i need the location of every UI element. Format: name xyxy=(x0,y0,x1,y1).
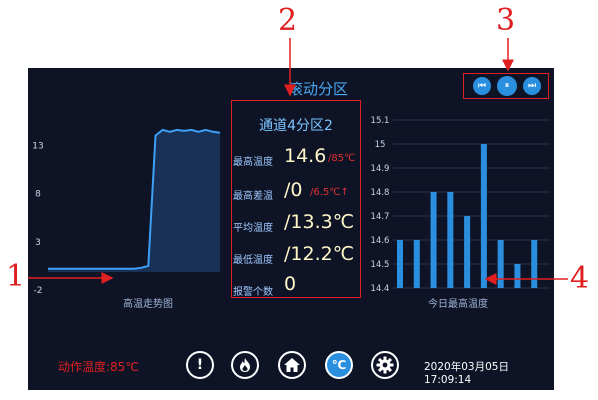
avg-temp-value: /13.3℃ xyxy=(284,211,355,233)
daily-max-y-tick: 14.6 xyxy=(371,236,390,246)
daily-max-bar xyxy=(447,192,454,288)
settings-button[interactable] xyxy=(371,351,399,379)
max-diff-value: /0 xyxy=(284,179,303,201)
zone-info-panel: 通道4分区2 最高温度 14.6 /85℃ 最高差温 /0 /6.5℃↑ 平均温… xyxy=(231,100,361,298)
annotation-2: 2 xyxy=(278,3,298,38)
daily-max-bar xyxy=(480,144,487,288)
daily-max-y-tick: 14.8 xyxy=(371,188,390,198)
zone-title: 通道4分区2 xyxy=(259,118,333,134)
gear-icon xyxy=(376,356,394,374)
max-diff-limit: /6.5℃↑ xyxy=(310,187,349,198)
daily-max-bar xyxy=(413,240,420,288)
daily-max-bar xyxy=(397,240,403,288)
trend-y-tick: 8 xyxy=(35,190,41,200)
trend-y-tick: 13 xyxy=(32,141,43,151)
date-time: 2020年03月05日 17:09:14 xyxy=(424,361,509,386)
daily-max-y-tick: 14.5 xyxy=(371,260,390,270)
max-diff-label: 最高差温 xyxy=(233,191,273,202)
alarm-button[interactable]: ! xyxy=(186,351,214,379)
device-screen: 滚动分区 ⏮ ⏸ ⏭ 13 8 3 -2 15.1 15 14.9 14.8 14.7 14.6… xyxy=(28,68,554,390)
fire-button[interactable] xyxy=(231,351,259,379)
home-button[interactable] xyxy=(278,351,306,379)
trend-chart-label: 高温走势图 xyxy=(123,299,173,310)
daily-max-bar xyxy=(531,240,538,288)
min-temp-value: /12.2℃ xyxy=(284,243,355,265)
daily-max-bar xyxy=(464,216,471,288)
flame-icon xyxy=(240,358,250,372)
daily-max-bar xyxy=(514,264,521,288)
daily-max-bar xyxy=(430,192,437,288)
exclamation-icon: ! xyxy=(196,357,204,373)
annotation-3: 3 xyxy=(496,3,516,38)
daily-max-y-tick: 15 xyxy=(375,140,386,150)
min-temp-label: 最低温度 xyxy=(233,255,273,266)
trend-y-tick: 3 xyxy=(35,238,41,248)
daily-max-chart-label: 今日最高温度 xyxy=(428,299,488,310)
action-temperature: 动作温度:85℃ xyxy=(58,360,139,374)
celsius-button[interactable]: ℃ xyxy=(325,351,353,379)
max-temp-value: 14.6 xyxy=(284,145,327,167)
daily-max-y-tick: 14.9 xyxy=(371,164,390,174)
home-icon xyxy=(284,358,300,372)
avg-temp-label: 平均温度 xyxy=(233,223,273,234)
max-temp-limit: /85℃ xyxy=(328,153,356,164)
annotation-1: 1 xyxy=(6,259,26,294)
annotation-4: 4 xyxy=(570,261,590,296)
daily-max-bar xyxy=(497,240,504,288)
alarm-count-label: 报警个数 xyxy=(233,287,273,298)
daily-max-y-tick: 15.1 xyxy=(371,116,390,126)
celsius-icon: ℃ xyxy=(331,358,347,372)
daily-max-y-tick: 14.7 xyxy=(371,212,390,222)
daily-max-y-tick: 14.4 xyxy=(371,284,390,294)
alarm-count-value: 0 xyxy=(284,273,297,295)
trend-area xyxy=(48,129,220,272)
max-temp-label: 最高温度 xyxy=(233,157,273,168)
trend-y-tick: -2 xyxy=(34,286,43,296)
